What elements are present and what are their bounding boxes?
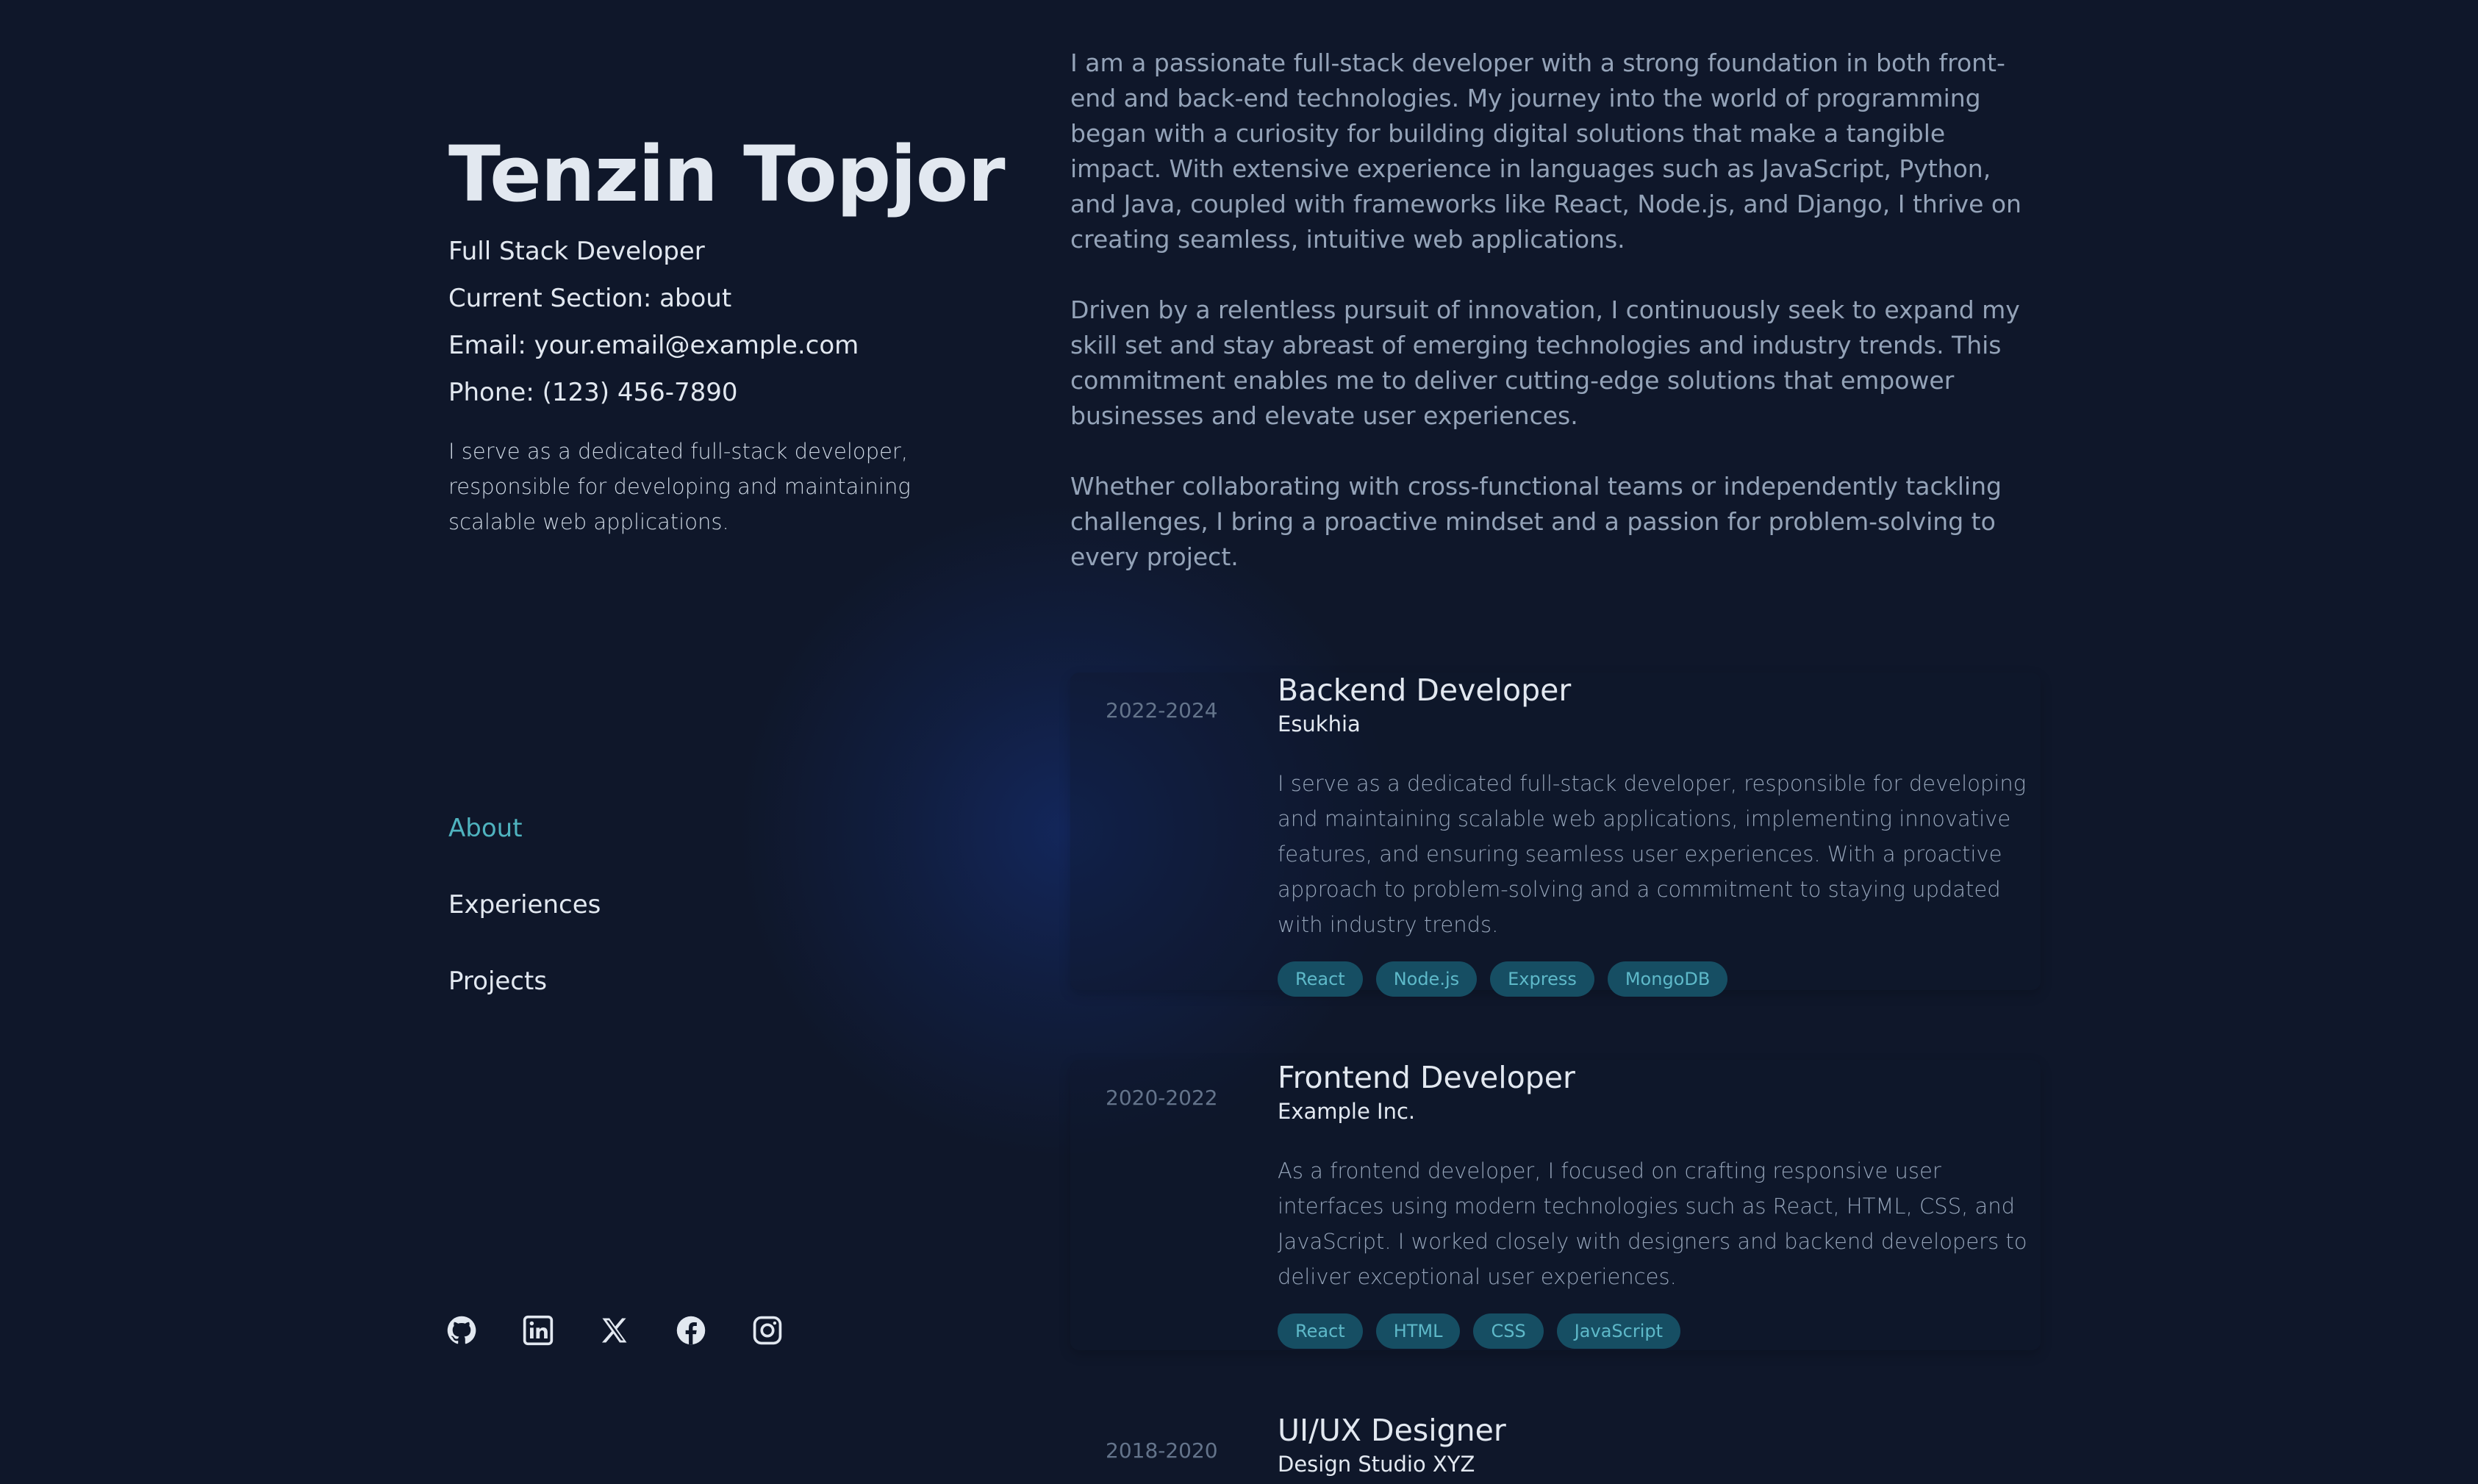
nav-item-about[interactable]: About — [448, 814, 523, 843]
tech-tag: JavaScript — [1556, 1313, 1681, 1349]
experience-company: Design Studio XYZ — [1278, 1452, 1475, 1477]
tech-tag: React — [1278, 1313, 1363, 1349]
current-section-label: Current Section: about — [448, 284, 732, 313]
experience-company: Esukhia — [1278, 711, 1361, 737]
tech-tag: MongoDB — [1607, 961, 1728, 997]
experience-card[interactable]: 2022-2024 Backend Developer Esukhia I se… — [1070, 673, 2041, 997]
profile-role: Full Stack Developer — [448, 237, 705, 266]
nav-item-experiences[interactable]: Experiences — [448, 890, 601, 920]
experience-card[interactable]: 2018-2020 UI/UX Designer Design Studio X… — [1070, 1413, 2041, 1484]
experience-date: 2020-2022 — [1106, 1086, 1218, 1110]
facebook-icon[interactable] — [675, 1314, 707, 1347]
x-icon[interactable] — [598, 1314, 631, 1347]
about-bio: I am a passionate full-stack developer w… — [1070, 46, 2041, 610]
bio-paragraph: Driven by a relentless pursuit of innova… — [1070, 295, 2020, 430]
tech-tag: HTML — [1375, 1313, 1461, 1349]
linkedin-icon[interactable] — [522, 1314, 554, 1347]
experience-title: Backend Developer — [1278, 673, 1572, 708]
profile-summary: I serve as a dedicated full-stack develo… — [448, 439, 911, 534]
bio-paragraph: I am a passionate full-stack developer w… — [1070, 49, 2022, 254]
tech-tag: Express — [1490, 961, 1594, 997]
tech-tag: React — [1278, 961, 1363, 997]
email-line: Email: your.email@example.com — [448, 331, 859, 360]
experience-title: Frontend Developer — [1278, 1060, 1575, 1095]
experience-date: 2018-2020 — [1106, 1438, 1218, 1463]
social-links — [445, 1314, 784, 1347]
experience-card[interactable]: 2020-2022 Frontend Developer Example Inc… — [1070, 1060, 2041, 1350]
experience-description: As a frontend developer, I focused on cr… — [1278, 1158, 2027, 1290]
nav-item-projects[interactable]: Projects — [448, 967, 547, 996]
experience-title: UI/UX Designer — [1278, 1413, 1506, 1448]
tech-tags: React Node.js Express MongoDB — [1278, 961, 2035, 997]
github-icon[interactable] — [445, 1314, 478, 1347]
experience-company: Example Inc. — [1278, 1099, 1416, 1125]
tech-tag: CSS — [1473, 1313, 1544, 1349]
tech-tag: Node.js — [1375, 961, 1478, 997]
bio-paragraph: Whether collaborating with cross-functio… — [1070, 472, 2002, 571]
tech-tags: React HTML CSS JavaScript — [1278, 1313, 2035, 1349]
instagram-icon[interactable] — [751, 1314, 784, 1347]
experience-description: I serve as a dedicated full-stack develo… — [1278, 771, 2027, 938]
experience-date: 2022-2024 — [1106, 698, 1218, 723]
portfolio-page: Tenzin Topjor Full Stack Developer Curre… — [0, 0, 2478, 1484]
phone-line: Phone: (123) 456-7890 — [448, 378, 738, 407]
profile-name: Tenzin Topjor — [448, 129, 1006, 219]
